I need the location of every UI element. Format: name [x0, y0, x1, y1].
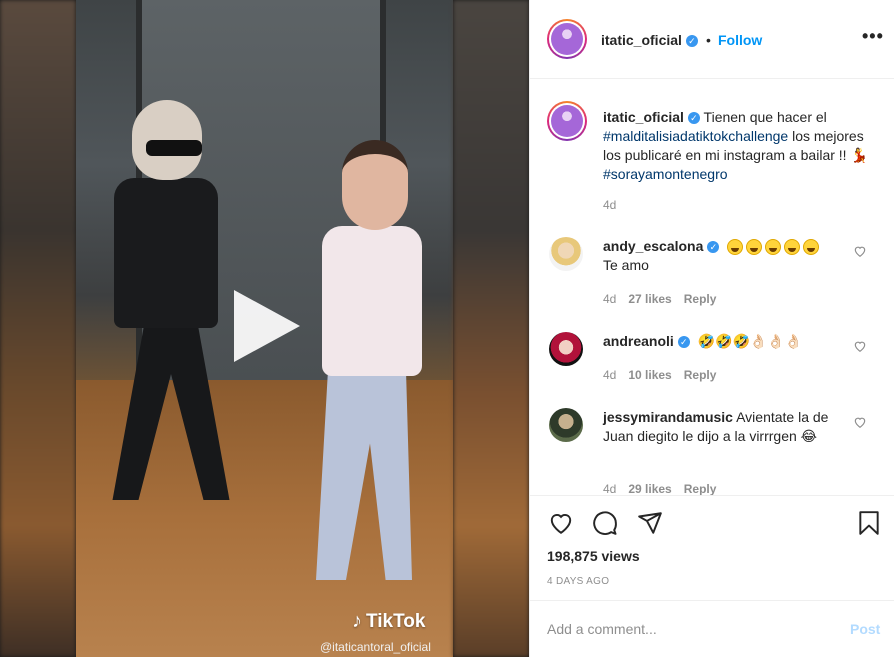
comment-icon[interactable]: [592, 510, 618, 536]
video-blur-left: [0, 0, 76, 657]
caption-time[interactable]: 4d: [603, 198, 616, 212]
grinning-emoji-icon: [727, 239, 744, 256]
tiktok-handle: @itaticantoral_oficial: [320, 640, 431, 654]
share-icon[interactable]: [637, 510, 663, 536]
author-username[interactable]: itatic_oficial ✓: [601, 32, 698, 48]
comment-meta: 4d 29 likes Reply: [603, 482, 728, 495]
post-side-panel: itatic_oficial ✓ • Follow ••• itatic_ofic…: [529, 0, 894, 657]
post-media[interactable]: ♪ TikTok @itaticantoral_oficial: [0, 0, 529, 657]
reply-button[interactable]: Reply: [684, 482, 717, 495]
follow-button[interactable]: Follow: [718, 32, 762, 48]
comment-avatar[interactable]: [549, 332, 583, 366]
comment-likes[interactable]: 27 likes: [628, 292, 671, 306]
grinning-emoji-icon: [746, 239, 763, 256]
author-avatar[interactable]: [547, 19, 587, 59]
video-person-woman: [96, 100, 236, 520]
comment-text: andreanoli ✓ 🤣🤣🤣👌🏻👌🏻👌🏻: [603, 332, 843, 351]
heart-icon[interactable]: [853, 415, 867, 429]
verified-badge-icon: ✓: [685, 35, 698, 48]
comment-item: jessymirandamusic Avientate la de Juan d…: [530, 408, 894, 495]
reply-button[interactable]: Reply: [684, 292, 717, 306]
verified-badge-icon: ✓: [687, 112, 700, 125]
verified-badge-icon: ✓: [677, 336, 690, 349]
comment-time[interactable]: 4d: [603, 292, 616, 306]
grinning-emoji-icon: [784, 239, 801, 256]
comment-avatar[interactable]: [549, 408, 583, 442]
comment-time[interactable]: 4d: [603, 482, 616, 495]
post-caption: itatic_oficial ✓ Tienen que hacer el #mal…: [603, 109, 868, 182]
comment-item: andreanoli ✓ 🤣🤣🤣👌🏻👌🏻👌🏻 4d 10 likes Reply: [530, 332, 894, 402]
separator-dot: •: [706, 32, 711, 48]
post-actions: 198,875 views 4 DAYS AGO: [530, 495, 894, 600]
comment-likes[interactable]: 10 likes: [628, 368, 671, 382]
heart-icon[interactable]: [548, 510, 574, 536]
comment-item: andy_escalona ✓ Te amo 4d 27 likes Reply: [530, 237, 894, 307]
comment-text: andy_escalona ✓ Te amo: [603, 237, 843, 275]
comment-meta: 4d 10 likes Reply: [603, 368, 728, 382]
bookmark-icon[interactable]: [856, 510, 882, 536]
tiktok-watermark: ♪ TikTok: [352, 610, 425, 633]
play-icon[interactable]: [234, 290, 300, 362]
hashtag-link[interactable]: #malditalisiadatiktokchallenge: [603, 128, 788, 144]
comment-username[interactable]: andreanoli: [603, 333, 674, 349]
comment-emojis: 🤣🤣🤣👌🏻👌🏻👌🏻: [697, 333, 803, 349]
heart-icon[interactable]: [853, 339, 867, 353]
comment-likes[interactable]: 29 likes: [628, 482, 671, 495]
comment-time[interactable]: 4d: [603, 368, 616, 382]
comment-username[interactable]: andy_escalona: [603, 238, 703, 254]
comments-section[interactable]: itatic_oficial ✓ Tienen que hacer el #mal…: [530, 80, 894, 495]
tiktok-logo-icon: ♪: [352, 610, 362, 632]
comment-avatar[interactable]: [549, 237, 583, 271]
video-blur-right: [453, 0, 529, 657]
comment-username[interactable]: jessymirandamusic: [603, 409, 733, 425]
tiktok-brand: TikTok: [366, 610, 426, 632]
reply-button[interactable]: Reply: [684, 368, 717, 382]
verified-badge-icon: ✓: [707, 241, 720, 254]
comment-meta: 4d 27 likes Reply: [603, 292, 728, 306]
heart-icon[interactable]: [853, 244, 867, 258]
add-comment-bar: Post: [530, 600, 894, 657]
caption-username[interactable]: itatic_oficial: [603, 109, 684, 125]
post-header: itatic_oficial ✓ • Follow •••: [530, 0, 894, 79]
video-person-girl: [296, 140, 436, 590]
more-options-icon[interactable]: •••: [862, 26, 884, 47]
grinning-emoji-icon: [803, 239, 820, 256]
caption-avatar[interactable]: [547, 101, 587, 141]
comment-input[interactable]: [547, 617, 827, 641]
post-button[interactable]: Post: [850, 621, 880, 637]
views-count[interactable]: 198,875 views: [547, 548, 640, 564]
post-date[interactable]: 4 DAYS AGO: [547, 576, 609, 587]
hashtag-link[interactable]: #sorayamontenegro: [603, 166, 728, 182]
grinning-emoji-icon: [765, 239, 782, 256]
comment-text: jessymirandamusic Avientate la de Juan d…: [603, 409, 829, 444]
